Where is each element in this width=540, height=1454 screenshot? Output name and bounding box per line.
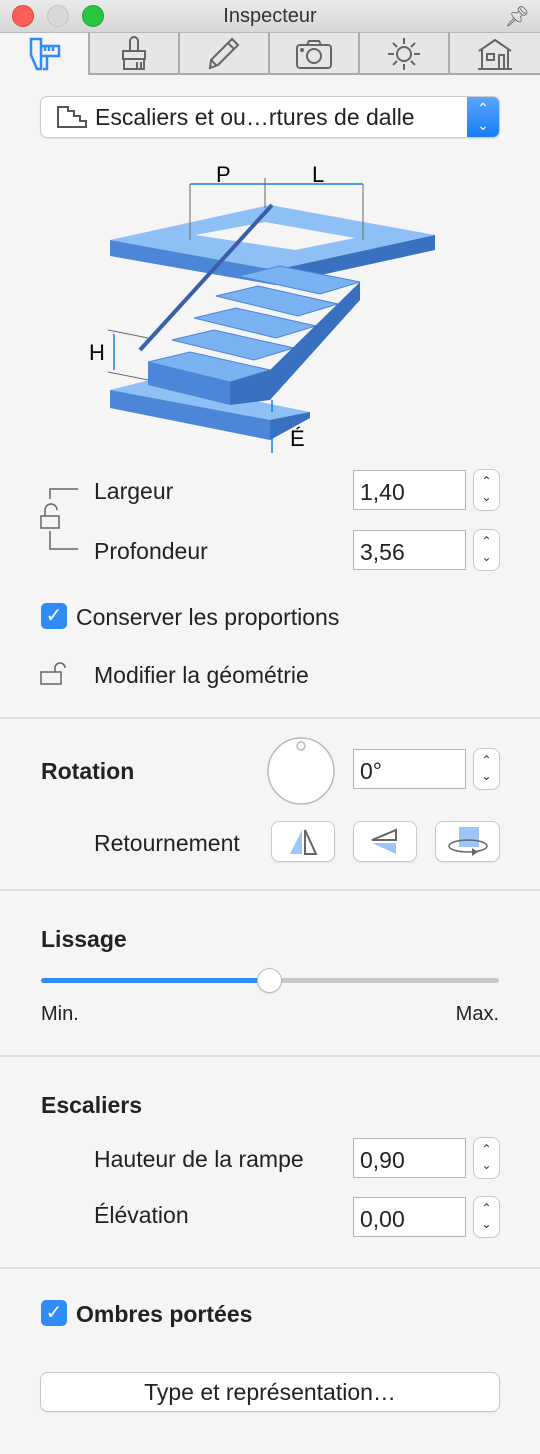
- shadows-label: Ombres portées: [76, 1301, 253, 1327]
- pencil-icon: [208, 37, 240, 70]
- inspector-tabs: [0, 33, 540, 77]
- flip-vertical-button[interactable]: [354, 822, 416, 861]
- lock-open-icon[interactable]: [40, 662, 72, 686]
- rotate-3d-icon: [447, 826, 488, 856]
- caliper-icon: [29, 37, 61, 71]
- tab-camera[interactable]: [268, 33, 358, 75]
- smoothing-heading: Lissage: [41, 926, 127, 952]
- flip-horizontal-icon: [290, 829, 318, 855]
- object-type-label: Escaliers et ou…rtures de dalle: [95, 103, 415, 130]
- dim-p: P: [216, 162, 231, 187]
- flip-label: Retournement: [94, 830, 240, 856]
- type-representation-button[interactable]: Type et représentation…: [41, 1373, 499, 1411]
- rotation-input[interactable]: 0°: [353, 749, 466, 789]
- depth-stepper[interactable]: ⌃ ⌄: [474, 530, 499, 570]
- keep-proportions-checkbox[interactable]: ✓: [41, 603, 67, 629]
- keep-proportions-label: Conserver les proportions: [76, 604, 340, 630]
- title-bar: Inspecteur 📌︎: [0, 0, 540, 33]
- stairs-icon: [57, 106, 87, 128]
- divider: [0, 717, 540, 719]
- rail-height-stepper[interactable]: ⌃ ⌄: [474, 1138, 499, 1178]
- camera-icon: [296, 40, 332, 69]
- min-label: Min.: [41, 1003, 79, 1025]
- smoothing-slider[interactable]: [41, 969, 499, 992]
- width-label: Largeur: [94, 478, 174, 504]
- divider: [0, 1055, 540, 1057]
- depth-label: Profondeur: [94, 538, 208, 564]
- tab-dimensions[interactable]: [0, 33, 88, 77]
- object-type-popup[interactable]: Escaliers et ou…rtures de dalle ⌃ ⌄: [41, 97, 499, 137]
- elevation-stepper[interactable]: ⌃ ⌄: [474, 1197, 499, 1237]
- house-icon: [478, 38, 512, 70]
- stairs-diagram: P L H É: [89, 162, 435, 453]
- width-input[interactable]: 1,40: [353, 470, 466, 510]
- flip-horizontal-button[interactable]: [272, 822, 334, 861]
- divider: [0, 1267, 540, 1269]
- rotation-dial[interactable]: [266, 736, 336, 806]
- tab-style[interactable]: [88, 33, 178, 75]
- elevation-input[interactable]: 0,00: [353, 1197, 466, 1237]
- brush-icon: [122, 36, 146, 70]
- rotation-stepper[interactable]: ⌃ ⌄: [474, 749, 499, 789]
- modify-geometry-label[interactable]: Modifier la géométrie: [94, 662, 309, 689]
- dim-l: L: [312, 162, 324, 187]
- tab-building[interactable]: [448, 33, 540, 75]
- slider-knob[interactable]: [258, 969, 281, 992]
- rotate-view-button[interactable]: [436, 822, 499, 861]
- popup-arrows-icon: ⌃ ⌄: [467, 97, 499, 137]
- elevation-label: Élévation: [94, 1202, 189, 1228]
- window-title: Inspecteur: [223, 5, 317, 27]
- proportion-link-icon[interactable]: [38, 486, 82, 552]
- divider: [0, 889, 540, 891]
- slider-fill: [41, 978, 269, 983]
- rotation-heading: Rotation: [41, 758, 135, 784]
- flip-vertical-icon: [371, 828, 397, 854]
- pin-icon[interactable]: 📌︎: [505, 4, 530, 29]
- rail-height-input[interactable]: 0,90: [353, 1138, 466, 1178]
- depth-input[interactable]: 3,56: [353, 530, 466, 570]
- rail-height-label: Hauteur de la rampe: [94, 1146, 304, 1172]
- max-label: Max.: [455, 1003, 499, 1025]
- dim-e: É: [290, 426, 305, 451]
- shadows-checkbox[interactable]: ✓: [41, 1300, 67, 1326]
- sun-icon: [388, 38, 420, 70]
- dim-h: H: [89, 340, 105, 365]
- tab-light[interactable]: [358, 33, 448, 75]
- tab-edit[interactable]: [178, 33, 268, 75]
- width-stepper[interactable]: ⌃ ⌄: [474, 470, 499, 510]
- stairs-heading: Escaliers: [41, 1092, 143, 1118]
